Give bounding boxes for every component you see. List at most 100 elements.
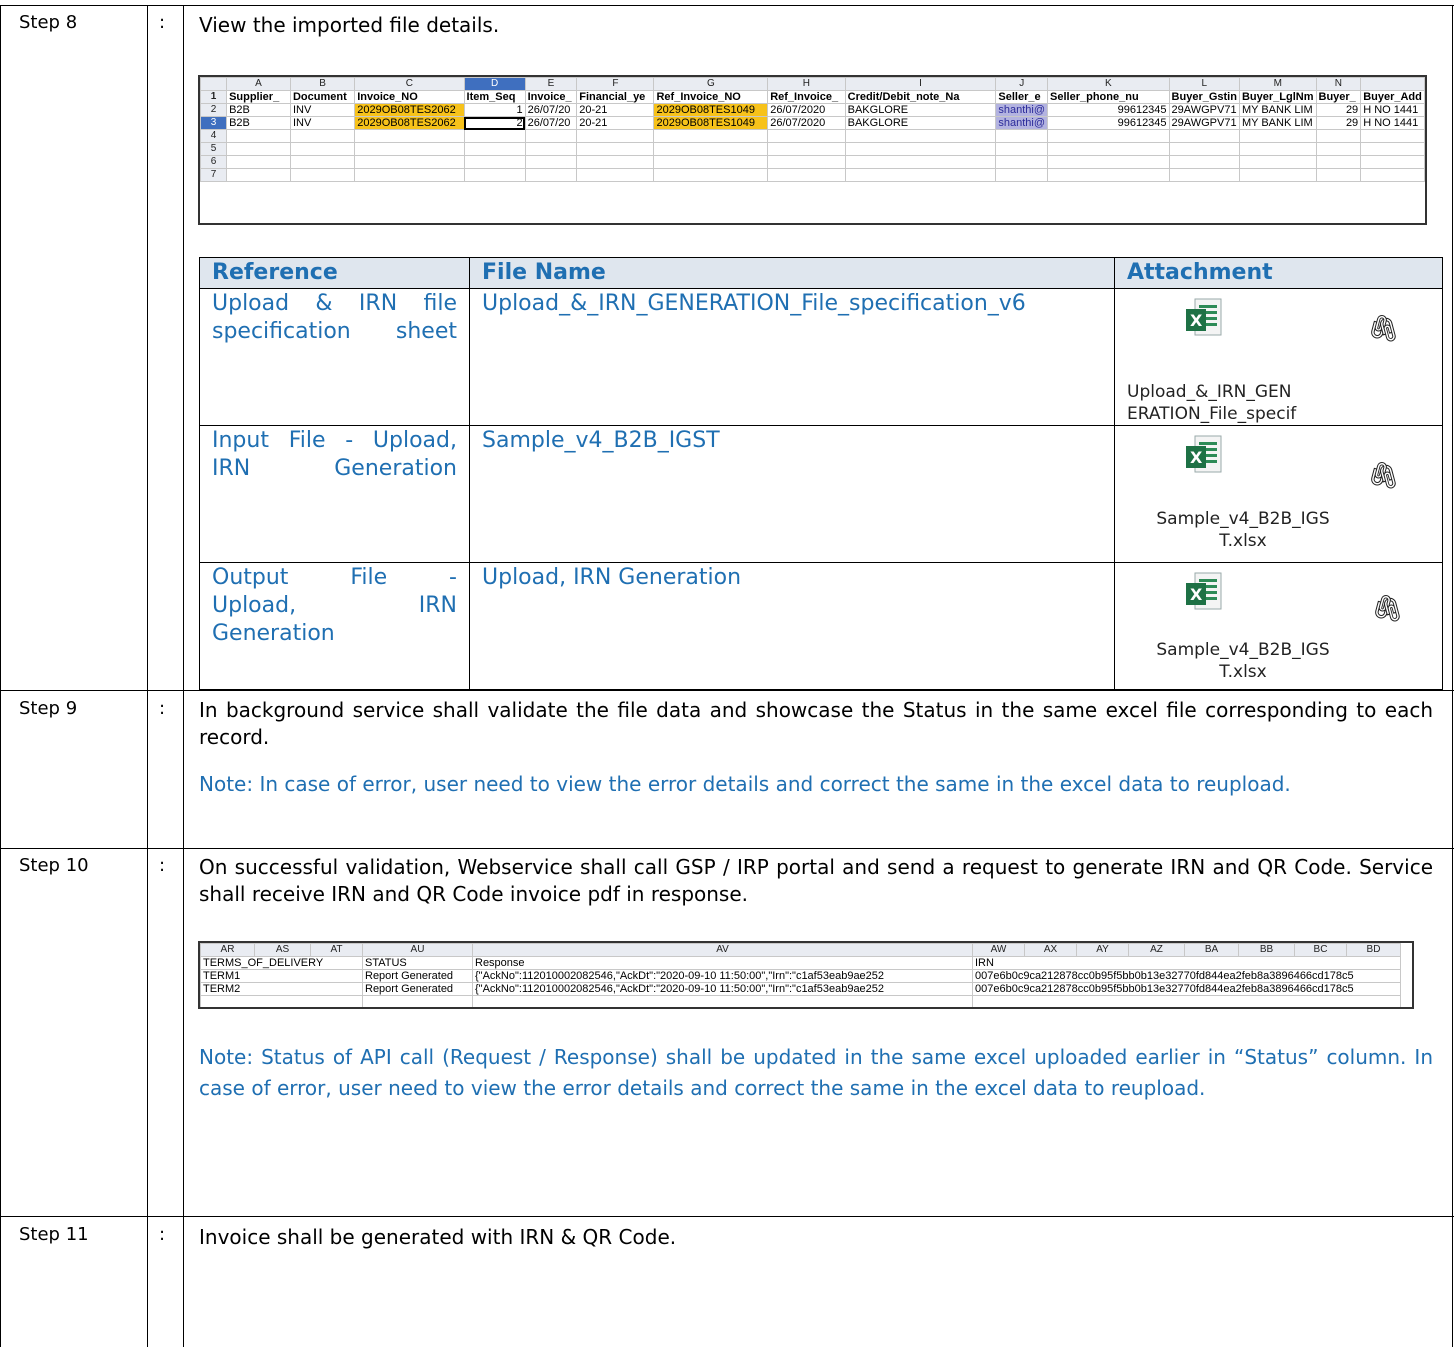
cell[interactable]: [576, 142, 655, 156]
cell[interactable]: [576, 168, 655, 182]
cell[interactable]: 2029OB08TES2062: [354, 116, 465, 130]
cell[interactable]: [1360, 168, 1425, 182]
cell[interactable]: [354, 168, 465, 182]
excel-file-icon[interactable]: X: [1183, 571, 1225, 613]
cell[interactable]: H NO 1441: [1360, 116, 1425, 130]
cell[interactable]: [1238, 168, 1317, 182]
cell[interactable]: 20-21: [576, 116, 655, 130]
cell[interactable]: [844, 168, 997, 182]
cell[interactable]: IRN: [972, 956, 1401, 970]
cell[interactable]: [524, 129, 578, 143]
col-header[interactable]: AT: [310, 943, 363, 957]
cell[interactable]: Response: [472, 956, 973, 970]
cell[interactable]: B2B: [226, 116, 291, 130]
cell[interactable]: [289, 129, 356, 143]
cell[interactable]: [354, 155, 465, 169]
col-header[interactable]: G: [653, 77, 769, 91]
cell[interactable]: Document: [289, 90, 356, 104]
excel-file-icon[interactable]: X: [1183, 297, 1225, 339]
col-header[interactable]: AS: [254, 943, 311, 957]
paperclip-icon[interactable]: 🖇: [1367, 462, 1400, 490]
cell[interactable]: [653, 168, 769, 182]
col-header[interactable]: F: [576, 77, 655, 91]
col-header[interactable]: A: [226, 77, 291, 91]
col-header[interactable]: AU: [362, 943, 473, 957]
cell[interactable]: [289, 142, 356, 156]
cell[interactable]: [463, 155, 526, 169]
cell[interactable]: Supplier_: [226, 90, 291, 104]
col-header[interactable]: K: [1047, 77, 1170, 91]
cell[interactable]: Report Generated: [362, 982, 473, 996]
cell[interactable]: 26/07/20: [524, 103, 578, 117]
row-number[interactable]: 5: [200, 142, 228, 156]
cell[interactable]: [524, 168, 578, 182]
cell[interactable]: [844, 155, 997, 169]
cell[interactable]: [995, 129, 1049, 143]
cell[interactable]: 2029OB08TES1049: [653, 103, 769, 117]
cell[interactable]: shanthi@: [995, 116, 1049, 130]
row-number[interactable]: 3: [200, 116, 228, 130]
cell[interactable]: Item_Seq: [463, 90, 526, 104]
cell[interactable]: 29: [1315, 116, 1362, 130]
cell[interactable]: Buyer_Gstin: [1168, 90, 1240, 104]
cell[interactable]: Financial_ye: [576, 90, 655, 104]
cell[interactable]: 29AWGPV71: [1168, 116, 1240, 130]
cell[interactable]: [289, 168, 356, 182]
cell[interactable]: [995, 168, 1049, 182]
cell[interactable]: [1168, 155, 1240, 169]
cell[interactable]: Report Generated: [362, 969, 473, 983]
col-header[interactable]: E: [524, 77, 578, 91]
cell[interactable]: 99612345: [1047, 103, 1170, 117]
cell[interactable]: [653, 155, 769, 169]
cell[interactable]: MY BANK LIM: [1238, 116, 1317, 130]
cell[interactable]: [995, 142, 1049, 156]
cell[interactable]: H NO 1441: [1360, 103, 1425, 117]
cell[interactable]: Buyer_LglNm: [1238, 90, 1317, 104]
attachment-filename[interactable]: Sample_v4_B2B_IGS T.xlsx: [1143, 639, 1343, 683]
cell[interactable]: [226, 142, 291, 156]
cell[interactable]: 26/07/20: [524, 116, 578, 130]
col-header[interactable]: BA: [1184, 943, 1239, 957]
cell[interactable]: TERM2: [200, 982, 363, 996]
col-header[interactable]: N: [1315, 77, 1362, 91]
cell[interactable]: [844, 129, 997, 143]
cell[interactable]: TERM1: [200, 969, 363, 983]
cell[interactable]: [767, 155, 846, 169]
cell[interactable]: [1047, 129, 1170, 143]
cell[interactable]: 29AWGPV71: [1168, 103, 1240, 117]
cell[interactable]: [226, 168, 291, 182]
cell[interactable]: Buyer_Add: [1360, 90, 1425, 104]
cell[interactable]: [289, 155, 356, 169]
col-header[interactable]: J: [995, 77, 1049, 91]
paperclip-icon[interactable]: 🖇: [1371, 595, 1404, 623]
cell[interactable]: Seller_e: [995, 90, 1049, 104]
cell[interactable]: TERMS_OF_DELIVERY: [200, 956, 363, 970]
cell[interactable]: Ref_Invoice_NO: [653, 90, 769, 104]
cell[interactable]: [576, 129, 655, 143]
cell[interactable]: 007e6b0c9ca212878cc0b95f5bb0b13e32770fd8…: [972, 982, 1401, 996]
col-header[interactable]: BC: [1294, 943, 1347, 957]
cell[interactable]: 99612345: [1047, 116, 1170, 130]
cell[interactable]: [1168, 142, 1240, 156]
cell[interactable]: [463, 142, 526, 156]
col-header[interactable]: M: [1238, 77, 1317, 91]
cell[interactable]: [463, 129, 526, 143]
cell[interactable]: [463, 168, 526, 182]
cell[interactable]: {"AckNo":112010002082546,"AckDt":"2020-0…: [472, 982, 973, 996]
cell[interactable]: [524, 155, 578, 169]
col-header[interactable]: BD: [1346, 943, 1401, 957]
cell[interactable]: BAKGLORE: [844, 116, 997, 130]
col-header[interactable]: [1360, 77, 1425, 91]
cell[interactable]: [1238, 142, 1317, 156]
cell[interactable]: [1238, 129, 1317, 143]
cell[interactable]: 26/07/2020: [767, 116, 846, 130]
row-number[interactable]: 2: [200, 103, 228, 117]
cell[interactable]: [1047, 168, 1170, 182]
cell[interactable]: Invoice_NO: [354, 90, 465, 104]
cell[interactable]: Buyer_: [1315, 90, 1362, 104]
cell[interactable]: [226, 129, 291, 143]
cell[interactable]: [1315, 142, 1362, 156]
cell[interactable]: {"AckNo":112010002082546,"AckDt":"2020-0…: [472, 969, 973, 983]
attachment-filename[interactable]: Sample_v4_B2B_IGS T.xlsx: [1143, 508, 1343, 552]
cell[interactable]: [1315, 168, 1362, 182]
